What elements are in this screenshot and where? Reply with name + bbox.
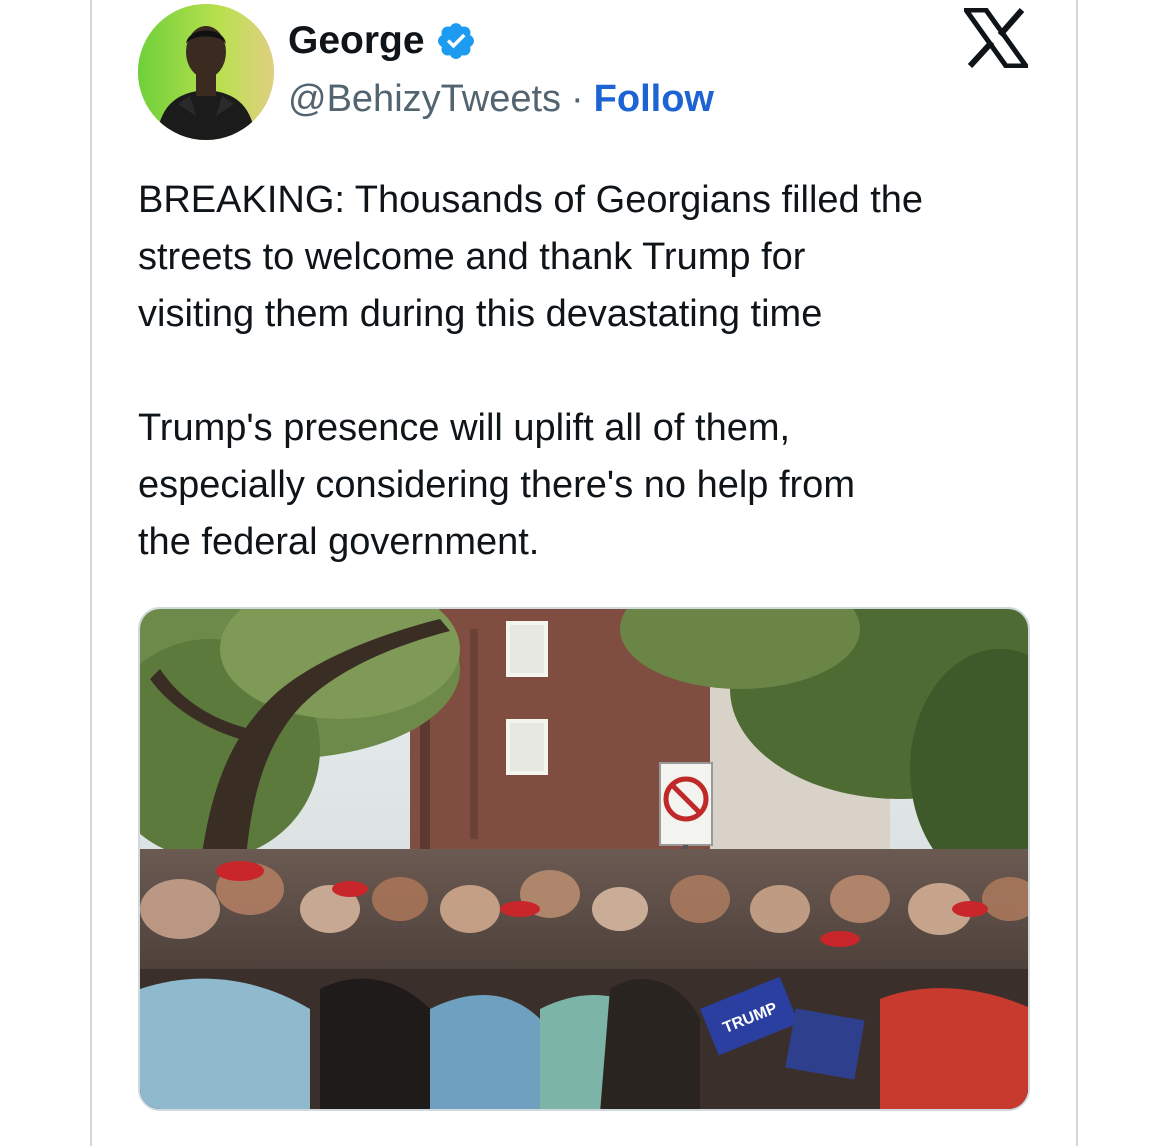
tweet-body: BREAKING: Thousands of Georgians filled … <box>138 172 1038 571</box>
author-name-row: George <box>288 18 477 64</box>
tweet-paragraph: BREAKING: Thousands of Georgians filled … <box>138 179 924 335</box>
x-logo-icon[interactable] <box>961 7 1031 69</box>
avatar-image <box>138 4 274 140</box>
tweet-media-video[interactable]: TRUMP <box>138 607 1030 1111</box>
separator-dot: · <box>571 77 584 120</box>
author-name[interactable]: George <box>288 19 425 63</box>
crowd-photo: TRUMP <box>140 609 1028 1109</box>
author-avatar[interactable] <box>138 4 274 140</box>
author-handle-row: @BehizyTweets · Follow <box>288 76 714 122</box>
author-handle[interactable]: @BehizyTweets <box>288 78 561 121</box>
follow-button[interactable]: Follow <box>594 78 714 121</box>
verified-badge-icon <box>435 20 477 62</box>
tweet-paragraph: Trump's presence will uplift all of them… <box>138 407 855 563</box>
